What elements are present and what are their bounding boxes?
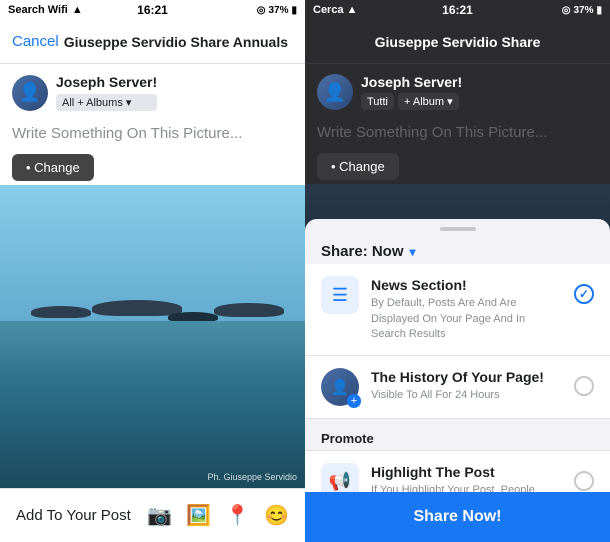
location-icon-right: ◎: [562, 5, 571, 16]
write-area-right[interactable]: Write Something On This Picture...: [305, 116, 610, 149]
nav-title-left: Giuseppe Servidio Share Annuals: [59, 34, 293, 50]
carrier-text-right: Cerca: [313, 4, 344, 16]
avatar-right: 👤: [317, 74, 353, 110]
nav-bar-right: Giuseppe Servidio Share: [305, 20, 610, 64]
share-now-header: Share: Now ▾: [305, 235, 610, 264]
news-option-desc: By Default, Posts Are And Are Displayed …: [371, 296, 562, 342]
user-info-right: Joseph Server! Tutti + Album ▾: [361, 74, 462, 110]
share-sheet: Share: Now ▾ ☰ News Section! By Default,…: [305, 219, 610, 542]
history-radio[interactable]: [574, 376, 594, 396]
rock-2: [92, 300, 182, 316]
add-to-post-label: Add To Your Post: [16, 507, 139, 524]
location-pin-icon[interactable]: 📍: [225, 503, 250, 528]
user-name-right: Joseph Server!: [361, 74, 462, 90]
history-option-text: The History Of Your Page! Visible To All…: [371, 368, 562, 404]
cancel-button[interactable]: Cancel: [12, 33, 59, 50]
nav-bar-left: Cancel Giuseppe Servidio Share Annuals: [0, 20, 305, 64]
battery-right: 37%: [573, 5, 593, 16]
carrier-left: Search Wifi ▲: [8, 4, 83, 16]
rock-1: [31, 306, 91, 318]
news-icon: ☰: [321, 276, 359, 314]
news-section-option[interactable]: ☰ News Section! By Default, Posts Are An…: [305, 264, 610, 355]
change-button[interactable]: • Change: [12, 154, 94, 181]
location-icon: ◎: [257, 5, 266, 16]
right-panel: Cerca ▲ 16:21 ◎ 37% ▮ Giuseppe Servidio …: [305, 0, 610, 542]
audience-label-right-1: Tutti: [367, 96, 388, 108]
history-option-desc: Visible To All For 24 Hours: [371, 388, 562, 403]
share-now-label: Share Now!: [413, 508, 501, 526]
audience-label-left: All + Albums ▾: [62, 96, 131, 109]
audience-btn-dark-2[interactable]: + Album ▾: [398, 93, 459, 110]
history-option[interactable]: 👤 The History Of Your Page! Visible To A…: [305, 356, 610, 419]
history-option-title: The History Of Your Page!: [371, 368, 562, 386]
battery-icon-right: ▮: [596, 5, 602, 16]
user-name-left: Joseph Server!: [56, 74, 157, 90]
news-option-title: News Section!: [371, 276, 562, 294]
write-placeholder-left: Write Something On This Picture...: [12, 125, 242, 142]
share-now-title: Share: Now: [321, 243, 404, 260]
carrier-right: Cerca ▲: [313, 4, 357, 16]
water-layer: [0, 321, 305, 488]
post-icons: 📷 🖼️ 📍 😊: [147, 503, 289, 528]
share-now-button[interactable]: Share Now!: [305, 492, 610, 542]
news-option-text: News Section! By Default, Posts Are And …: [371, 276, 562, 342]
write-placeholder-right: Write Something On This Picture...: [317, 124, 547, 141]
write-area-left[interactable]: Write Something On This Picture...: [0, 117, 305, 150]
signal-icon: ▲: [347, 4, 358, 16]
nav-title-right: Giuseppe Servidio Share: [317, 34, 598, 50]
highlight-radio[interactable]: [574, 471, 594, 491]
battery-icon: ▮: [291, 5, 297, 16]
camera-icon[interactable]: 📷: [147, 503, 172, 528]
share-now-dropdown-icon[interactable]: ▾: [410, 245, 416, 259]
photo-credit: Ph. Giuseppe Servidio: [207, 472, 297, 482]
photo-background: [0, 185, 305, 488]
news-radio[interactable]: [574, 284, 594, 304]
user-row-left: 👤 Joseph Server! All + Albums ▾: [0, 64, 305, 117]
status-bar-right: Cerca ▲ 16:21 ◎ 37% ▮: [305, 0, 610, 20]
status-bar-left: Search Wifi ▲ 16:21 ◎ 37% ▮: [0, 0, 305, 20]
wifi-icon: ▲: [72, 4, 83, 16]
left-panel: Search Wifi ▲ 16:21 ◎ 37% ▮ Cancel Giuse…: [0, 0, 305, 542]
user-info-left: Joseph Server! All + Albums ▾: [56, 74, 157, 111]
change-area: • Change ✕: [0, 150, 305, 185]
user-row-right: 👤 Joseph Server! Tutti + Album ▾: [305, 64, 610, 116]
time-right: 16:21: [442, 3, 473, 17]
change-button-right[interactable]: • Change: [317, 153, 399, 180]
photo-icon[interactable]: 🖼️: [186, 503, 211, 528]
battery-left: 37%: [268, 5, 288, 16]
audience-row-right: Tutti + Album ▾: [361, 93, 462, 110]
right-status-right: ◎ 37% ▮: [562, 5, 602, 16]
carrier-text-left: Search Wifi: [8, 4, 68, 16]
right-status-left: ◎ 37% ▮: [257, 5, 297, 16]
audience-label-right-2: + Album ▾: [404, 95, 453, 108]
rock-4: [214, 303, 284, 317]
avatar-left: 👤: [12, 75, 48, 111]
history-avatar-icon: 👤: [321, 368, 359, 406]
audience-btn-dark-1[interactable]: Tutti: [361, 93, 394, 110]
bottom-bar-left: Add To Your Post 📷 🖼️ 📍 😊: [0, 488, 305, 542]
emoji-icon[interactable]: 😊: [264, 503, 289, 528]
time-left: 16:21: [137, 3, 168, 17]
promote-label: Promote: [305, 419, 610, 450]
sheet-handle: [440, 227, 476, 231]
highlight-option-title: Highlight The Post: [371, 463, 562, 481]
audience-btn-left[interactable]: All + Albums ▾: [56, 94, 157, 111]
photo-area: Ph. Giuseppe Servidio: [0, 185, 305, 488]
